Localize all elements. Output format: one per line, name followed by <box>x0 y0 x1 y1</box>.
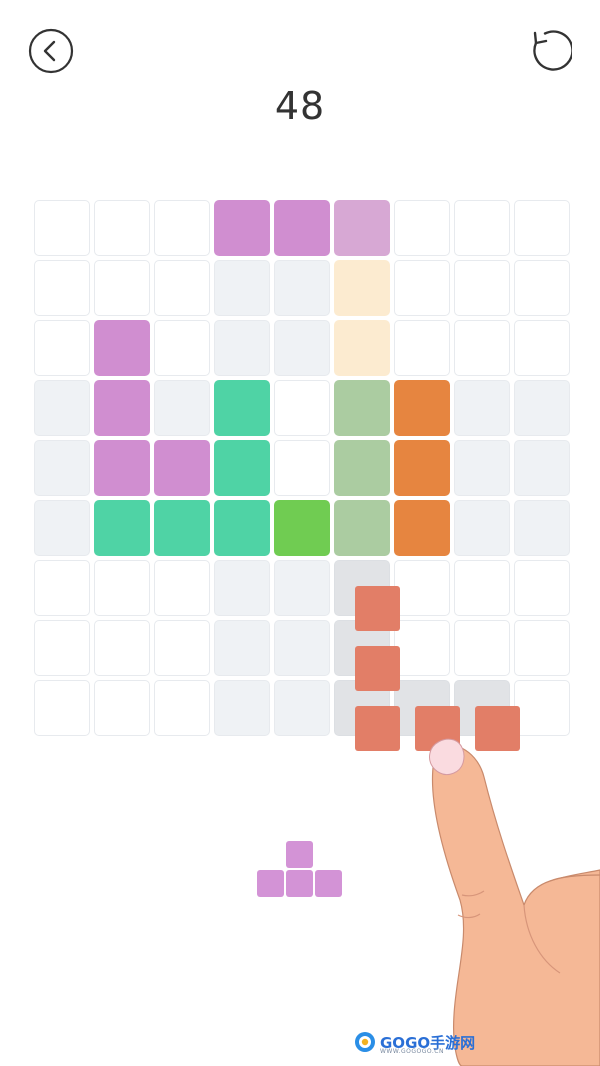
board-cell[interactable] <box>214 620 270 676</box>
chevron-left-circle-icon <box>28 28 74 74</box>
board-cell[interactable] <box>154 440 210 496</box>
restart-button[interactable] <box>526 28 572 74</box>
board-cell[interactable] <box>154 680 210 736</box>
board-cell[interactable] <box>274 560 330 616</box>
tray-piece-block <box>286 870 313 897</box>
board-cell[interactable] <box>454 380 510 436</box>
tray-piece-block <box>286 841 313 868</box>
board-cell[interactable] <box>274 380 330 436</box>
pointing-hand-icon <box>429 738 600 1066</box>
board-cell[interactable] <box>334 260 390 316</box>
board-cell[interactable] <box>94 260 150 316</box>
score-counter: 48 <box>274 84 326 128</box>
board-cell[interactable] <box>454 500 510 556</box>
board-cell[interactable] <box>274 440 330 496</box>
board-cell[interactable] <box>274 680 330 736</box>
board-cell[interactable] <box>394 260 450 316</box>
board-cell[interactable] <box>514 440 570 496</box>
board-cell[interactable] <box>454 200 510 256</box>
board-cell[interactable] <box>154 560 210 616</box>
board-cell[interactable] <box>454 440 510 496</box>
board-cell[interactable] <box>394 620 450 676</box>
board-cell[interactable] <box>514 620 570 676</box>
board-cell[interactable] <box>274 620 330 676</box>
board-cell[interactable] <box>214 320 270 376</box>
board-cell[interactable] <box>514 500 570 556</box>
board-cell[interactable] <box>34 560 90 616</box>
board-cell[interactable] <box>454 620 510 676</box>
board-cell[interactable] <box>154 260 210 316</box>
board-cell[interactable] <box>394 500 450 556</box>
board-cell[interactable] <box>214 440 270 496</box>
board-cell[interactable] <box>34 440 90 496</box>
board-cell[interactable] <box>274 260 330 316</box>
board-cell[interactable] <box>94 380 150 436</box>
dragging-piece-block[interactable] <box>355 706 400 751</box>
board-cell[interactable] <box>154 380 210 436</box>
board-cell[interactable] <box>514 260 570 316</box>
board-cell[interactable] <box>94 200 150 256</box>
dragging-piece-block[interactable] <box>355 646 400 691</box>
board-cell[interactable] <box>34 620 90 676</box>
board-cell[interactable] <box>34 320 90 376</box>
board-cell[interactable] <box>394 320 450 376</box>
board-cell[interactable] <box>94 680 150 736</box>
dragging-piece-block[interactable] <box>355 586 400 631</box>
gogo-logo-icon <box>355 1032 375 1052</box>
back-button[interactable] <box>28 28 74 74</box>
tray-piece[interactable] <box>257 841 343 899</box>
watermark-url: WWW.GOGOGO.CN <box>380 1048 444 1055</box>
board-cell[interactable] <box>94 320 150 376</box>
board-cell[interactable] <box>334 500 390 556</box>
board-cell[interactable] <box>514 200 570 256</box>
board-cell[interactable] <box>454 560 510 616</box>
tray-piece-block <box>257 870 284 897</box>
board-cell[interactable] <box>454 320 510 376</box>
watermark: GOGO手游网 WWW.GOGOGO.CN <box>354 1029 475 1055</box>
board-cell[interactable] <box>214 500 270 556</box>
board-cell[interactable] <box>514 320 570 376</box>
board-cell[interactable] <box>274 500 330 556</box>
board-cell[interactable] <box>214 380 270 436</box>
board-cell[interactable] <box>154 620 210 676</box>
board-cell[interactable] <box>154 200 210 256</box>
board-cell[interactable] <box>454 260 510 316</box>
tray-piece-block <box>315 870 342 897</box>
board-cell[interactable] <box>214 560 270 616</box>
board-cell[interactable] <box>514 380 570 436</box>
board-cell[interactable] <box>34 380 90 436</box>
board-cell[interactable] <box>334 200 390 256</box>
board-cell[interactable] <box>94 620 150 676</box>
board-cell[interactable] <box>334 440 390 496</box>
board-cell[interactable] <box>394 200 450 256</box>
game-board[interactable] <box>32 198 572 738</box>
board-cell[interactable] <box>94 440 150 496</box>
board-cell[interactable] <box>34 260 90 316</box>
board-cell[interactable] <box>214 680 270 736</box>
board-cell[interactable] <box>394 380 450 436</box>
board-cell[interactable] <box>334 380 390 436</box>
restart-arrow-icon <box>533 30 572 71</box>
board-cell[interactable] <box>154 320 210 376</box>
board-cell[interactable] <box>34 500 90 556</box>
board-cell[interactable] <box>154 500 210 556</box>
board-cell[interactable] <box>394 560 450 616</box>
board-cell[interactable] <box>334 320 390 376</box>
board-cell[interactable] <box>214 200 270 256</box>
board-cell[interactable] <box>94 500 150 556</box>
board-cell[interactable] <box>514 560 570 616</box>
board-cell[interactable] <box>394 440 450 496</box>
board-cell[interactable] <box>94 560 150 616</box>
board-cell[interactable] <box>274 320 330 376</box>
board-cell[interactable] <box>34 200 90 256</box>
board-cell[interactable] <box>274 200 330 256</box>
board-cell[interactable] <box>34 680 90 736</box>
board-cell[interactable] <box>214 260 270 316</box>
